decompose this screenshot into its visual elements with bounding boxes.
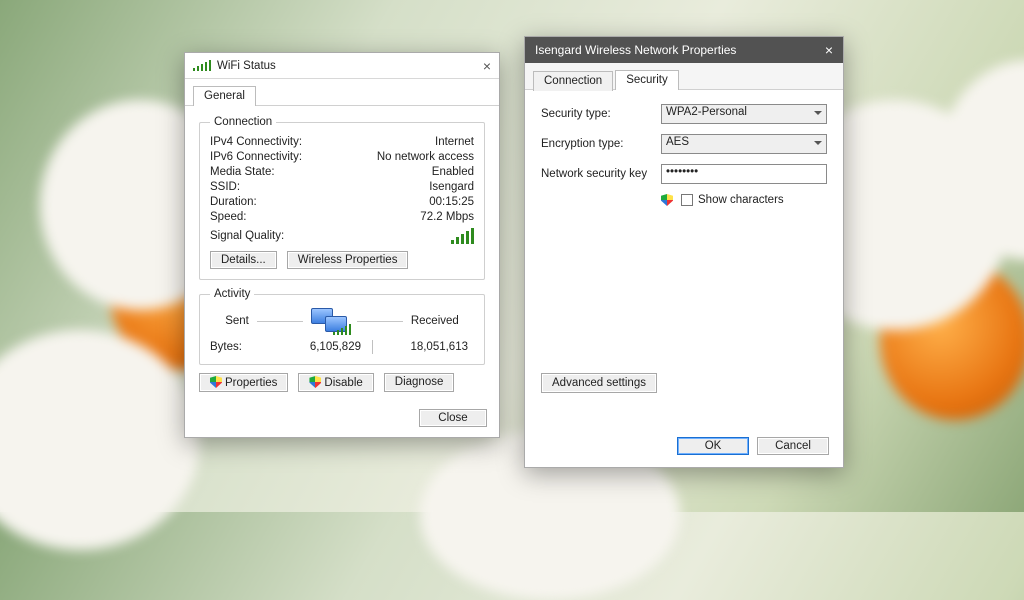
properties-button[interactable]: Properties xyxy=(199,373,288,392)
diagnose-button[interactable]: Diagnose xyxy=(384,373,455,392)
show-characters-checkbox[interactable] xyxy=(681,194,693,206)
signal-bars-icon xyxy=(451,228,474,244)
ipv6-value: No network access xyxy=(377,151,474,163)
ssid-label: SSID: xyxy=(210,181,240,193)
ipv4-value: Internet xyxy=(435,136,474,148)
advanced-settings-button[interactable]: Advanced settings xyxy=(541,373,657,393)
bytes-sent: 6,105,829 xyxy=(270,341,367,353)
divider xyxy=(257,321,303,322)
connection-legend: Connection xyxy=(210,116,276,128)
close-icon[interactable]: × xyxy=(825,42,833,58)
window-title: Isengard Wireless Network Properties xyxy=(535,43,736,57)
network-key-input[interactable]: •••••••• xyxy=(661,164,827,184)
ipv6-label: IPv6 Connectivity: xyxy=(210,151,302,163)
activity-group: Activity Sent Received Bytes: 6,105,829 … xyxy=(199,288,485,365)
received-label: Received xyxy=(411,315,459,327)
encryption-type-label: Encryption type: xyxy=(541,138,661,150)
duration-label: Duration: xyxy=(210,196,257,208)
shield-icon xyxy=(210,376,222,388)
duration-value: 00:15:25 xyxy=(429,196,474,208)
divider xyxy=(357,321,403,322)
security-type-label: Security type: xyxy=(541,108,661,120)
security-type-select[interactable]: WPA2-Personal xyxy=(661,104,827,124)
ipv4-label: IPv4 Connectivity: xyxy=(210,136,302,148)
wireless-properties-button[interactable]: Wireless Properties xyxy=(287,251,409,269)
wifi-icon xyxy=(193,60,211,71)
activity-legend: Activity xyxy=(210,288,254,300)
network-key-label: Network security key xyxy=(541,168,661,180)
sent-label: Sent xyxy=(225,315,249,327)
shield-icon xyxy=(309,376,321,388)
tab-connection[interactable]: Connection xyxy=(533,71,613,91)
media-value: Enabled xyxy=(432,166,474,178)
details-button[interactable]: Details... xyxy=(210,251,277,269)
tabstrip: Connection Security xyxy=(525,63,843,90)
titlebar[interactable]: Isengard Wireless Network Properties × xyxy=(525,37,843,63)
media-label: Media State: xyxy=(210,166,275,178)
connection-group: Connection IPv4 Connectivity: Internet IP… xyxy=(199,116,485,280)
close-button[interactable]: Close xyxy=(419,409,487,427)
speed-label: Speed: xyxy=(210,211,246,223)
ssid-value: Isengard xyxy=(429,181,474,193)
bytes-label: Bytes: xyxy=(210,341,270,353)
speed-value: 72.2 Mbps xyxy=(420,211,474,223)
properties-button-label: Properties xyxy=(225,377,277,389)
network-activity-icon xyxy=(311,308,349,334)
cancel-button[interactable]: Cancel xyxy=(757,437,829,455)
ok-button[interactable]: OK xyxy=(677,437,749,455)
close-icon[interactable]: × xyxy=(483,58,491,74)
disable-button-label: Disable xyxy=(324,377,362,389)
shield-icon xyxy=(661,194,673,206)
window-title: WiFi Status xyxy=(217,60,276,72)
show-characters-label: Show characters xyxy=(698,194,784,206)
titlebar[interactable]: WiFi Status × xyxy=(185,53,499,79)
divider xyxy=(372,340,373,354)
wallpaper xyxy=(0,0,1024,512)
tab-general[interactable]: General xyxy=(193,86,256,106)
encryption-type-select[interactable]: AES xyxy=(661,134,827,154)
network-properties-window: Isengard Wireless Network Properties × C… xyxy=(524,36,844,468)
disable-button[interactable]: Disable xyxy=(298,373,373,392)
bytes-received: 18,051,613 xyxy=(377,341,474,353)
wifi-status-window: WiFi Status × General Connection IPv4 Co… xyxy=(184,52,500,438)
tab-security[interactable]: Security xyxy=(615,70,679,90)
signal-label: Signal Quality: xyxy=(210,230,284,242)
tabstrip: General xyxy=(185,79,499,106)
